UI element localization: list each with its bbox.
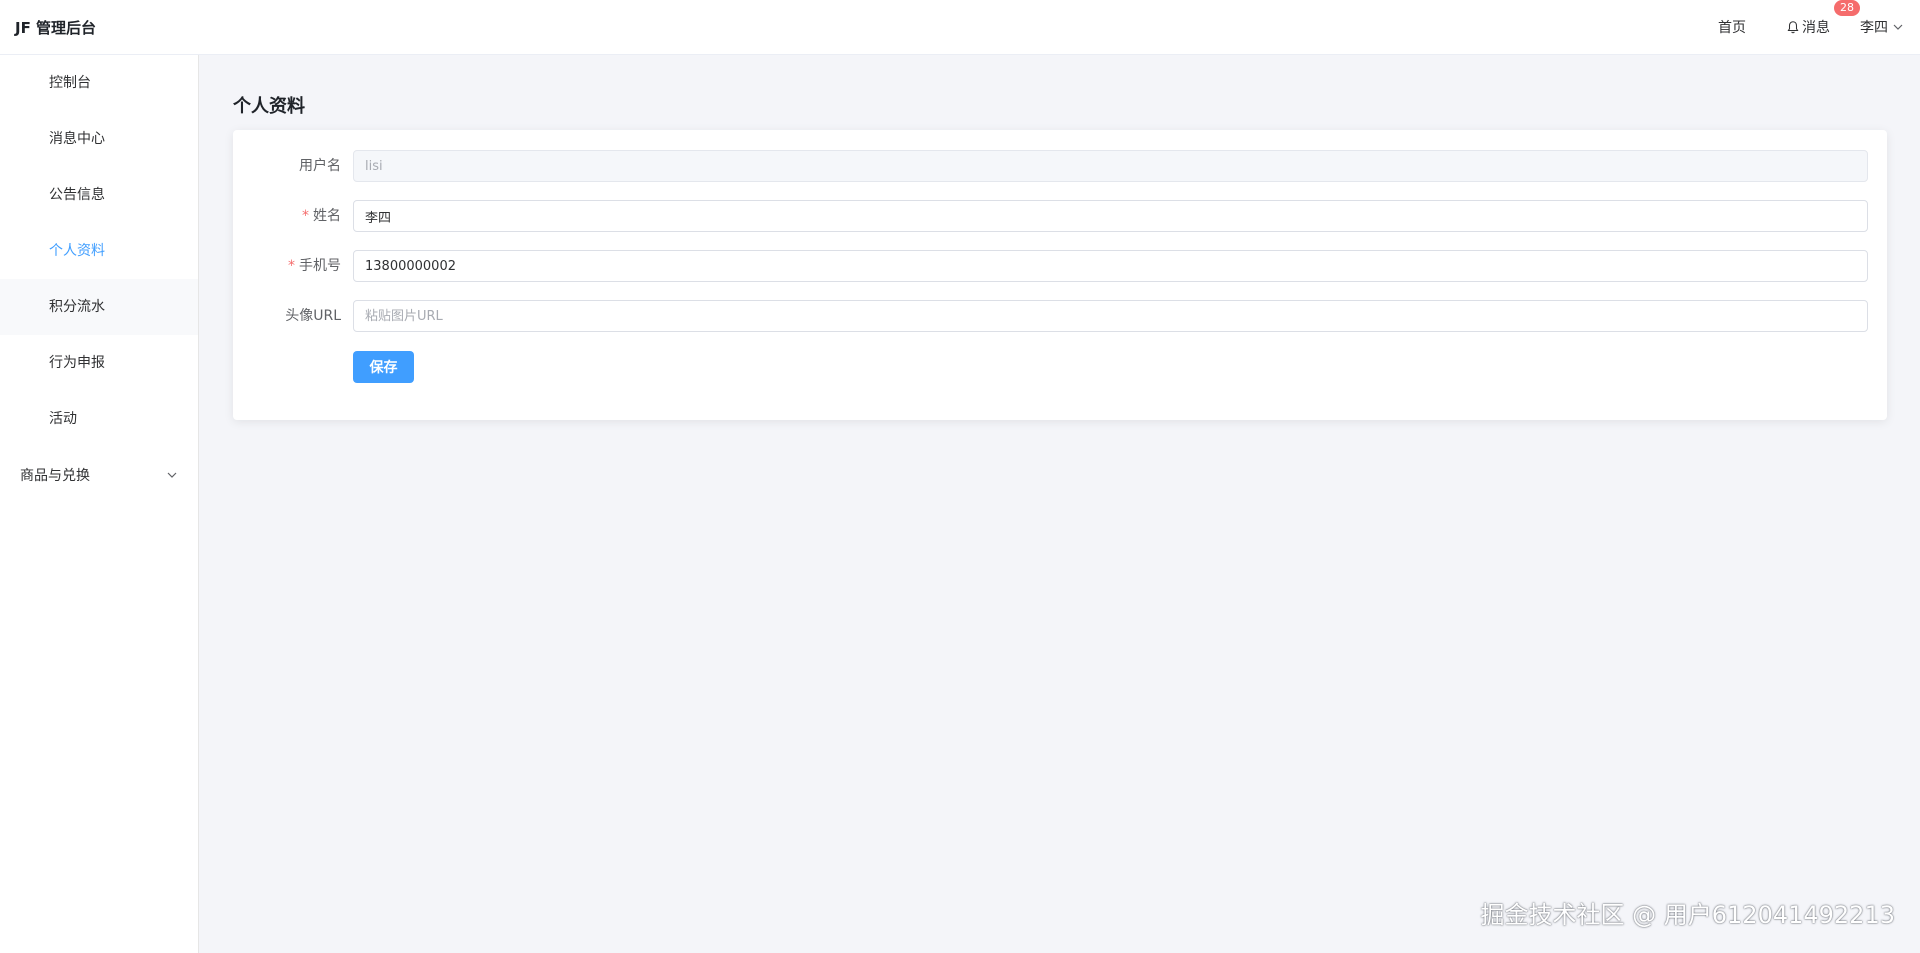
username-input <box>353 150 1868 182</box>
chevron-down-icon <box>167 472 177 478</box>
username-label: 用户名 <box>299 158 341 174</box>
main-content: 个人资料 用户名 *姓名 *手机号 头像URL 保存 <box>200 55 1920 953</box>
sidebar-item-points-log[interactable]: 积分流水 <box>0 279 198 335</box>
chevron-down-icon <box>1893 24 1903 30</box>
messages-link[interactable]: 消息 28 <box>1786 0 1860 37</box>
avatar-url-label: 头像URL <box>285 308 341 324</box>
page-title: 个人资料 <box>233 96 305 117</box>
header-actions: 首页 消息 28 李四 <box>1718 0 1920 54</box>
home-link[interactable]: 首页 <box>1718 17 1746 37</box>
avatar-url-input[interactable] <box>353 300 1868 332</box>
submenu-label: 商品与兑换 <box>20 468 90 484</box>
username-row: 用户名 <box>233 150 1887 182</box>
sidebar-item-announcements[interactable]: 公告信息 <box>0 167 198 223</box>
name-label-text: 姓名 <box>313 208 341 224</box>
messages-label: 消息 <box>1802 20 1830 36</box>
avatar-row: 头像URL <box>233 300 1887 332</box>
sidebar-item-dashboard[interactable]: 控制台 <box>0 55 198 111</box>
required-mark: * <box>302 208 309 224</box>
app-brand: JF 管理后台 <box>15 18 97 37</box>
name-label: * 姓名 <box>233 200 341 232</box>
user-dropdown[interactable]: 李四 <box>1860 17 1904 37</box>
required-mark: * <box>288 258 295 274</box>
phone-label-text: 手机号 <box>299 258 341 274</box>
sidebar: 控制台 消息中心 公告信息 个人资料 积分流水 行为申报 活动 商品与兑换 <box>0 55 199 953</box>
save-button[interactable]: 保存 <box>353 351 414 383</box>
message-count-badge: 28 <box>1834 0 1860 16</box>
phone-label: * 手机号 <box>233 250 341 282</box>
user-name: 李四 <box>1860 20 1888 36</box>
sidebar-item-profile[interactable]: 个人资料 <box>0 223 198 279</box>
name-input[interactable] <box>353 200 1868 232</box>
phone-input[interactable] <box>353 250 1868 282</box>
sidebar-item-activities[interactable]: 活动 <box>0 391 198 447</box>
sidebar-submenu-products-exchange[interactable]: 商品与兑换 <box>0 447 198 503</box>
name-row: * 姓名 <box>233 200 1887 232</box>
bell-icon <box>1787 21 1799 34</box>
top-header: JF 管理后台 首页 消息 28 李四 <box>0 0 1920 55</box>
profile-form-card: 用户名 *姓名 *手机号 头像URL 保存 <box>233 130 1887 420</box>
phone-row: * 手机号 <box>233 250 1887 282</box>
sidebar-item-message-center[interactable]: 消息中心 <box>0 111 198 167</box>
watermark: 掘金技术社区 @ 用户612041492213 <box>1480 901 1896 929</box>
sidebar-item-behavior-report[interactable]: 行为申报 <box>0 335 198 391</box>
